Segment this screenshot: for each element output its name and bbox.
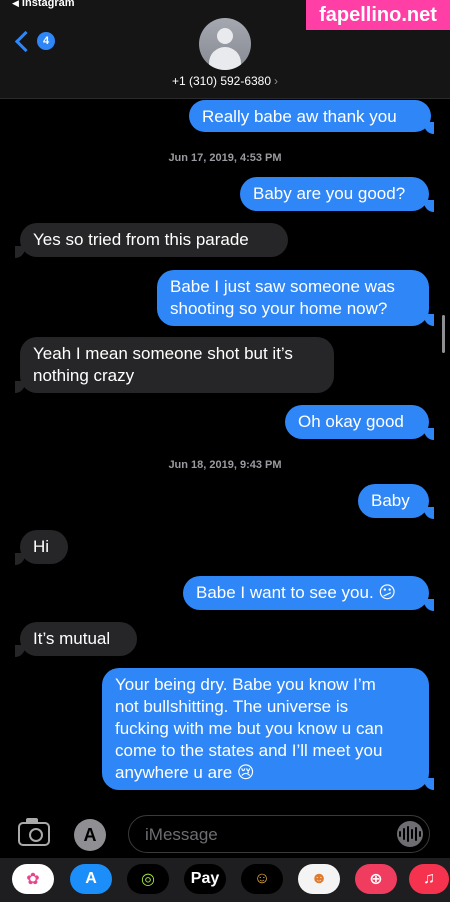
memoji-app-icon[interactable]: ☺ [241, 864, 283, 894]
photos-app-icon[interactable]: ✿ [12, 864, 54, 894]
back-app-label: Instagram [21, 0, 75, 9]
sent-message[interactable]: Baby [358, 484, 429, 518]
unread-badge: 4 [37, 32, 55, 50]
sent-message[interactable]: Your being dry. Babe you know I’m not bu… [102, 668, 429, 790]
message-placeholder: iMessage [145, 825, 218, 844]
sent-message[interactable]: Baby are you good? [240, 177, 429, 211]
animoji-app-icon[interactable]: ☻ [298, 864, 340, 894]
received-message[interactable]: It’s mutual [20, 622, 137, 656]
chevron-right-icon: › [274, 74, 279, 88]
message-input[interactable]: iMessage [128, 815, 430, 853]
sent-message[interactable]: Really babe aw thank you [189, 100, 431, 132]
dock-glyph: ☻ [310, 870, 328, 887]
app-drawer: ✿ A ◎ Pay ☺ ☻ ⊕ ♫ [0, 858, 450, 902]
sent-message[interactable]: Babe I want to see you. 😕 [183, 576, 429, 610]
chevron-left-icon [14, 30, 37, 52]
compose-bar: A iMessage [0, 806, 450, 858]
activity-app-icon[interactable]: ◎ [127, 864, 169, 894]
person-body-icon [209, 47, 241, 70]
app-store-icon[interactable]: A [74, 819, 106, 851]
audio-message-icon[interactable] [397, 821, 423, 847]
sent-message[interactable]: Oh okay good [285, 405, 429, 439]
camera-icon[interactable] [18, 818, 50, 846]
timestamp: Jun 18, 2019, 9:43 PM [168, 459, 282, 471]
apple-pay-app-icon[interactable]: Pay [184, 864, 226, 894]
scrollbar[interactable] [442, 315, 445, 353]
back-button[interactable]: 4 [14, 30, 55, 52]
bubble-tail [15, 246, 25, 258]
image-search-app-icon[interactable]: ⊕ [355, 864, 397, 894]
dock-glyph: ⊕ [369, 871, 383, 888]
music-app-icon[interactable]: ♫ [409, 864, 449, 894]
received-message[interactable]: Hi [20, 530, 68, 564]
back-triangle-icon: ◀ [12, 0, 19, 8]
dock-glyph: ✿ [26, 871, 40, 888]
bubble-tail [424, 778, 434, 790]
bubble-tail [424, 200, 434, 212]
watermark: fapellino.net [306, 0, 450, 30]
sent-message[interactable]: Babe I just saw someone was shooting so … [157, 270, 429, 326]
dock-glyph: ◎ [141, 871, 155, 888]
bubble-tail [424, 314, 434, 326]
contact-name[interactable]: +1 (310) 592-6380 › [0, 74, 450, 88]
dock-glyph: ♫ [423, 870, 435, 887]
contact-avatar[interactable] [199, 18, 251, 70]
contact-number: +1 (310) 592-6380 [171, 74, 272, 88]
received-message[interactable]: Yes so tried from this parade [20, 223, 288, 257]
dock-glyph: A [85, 870, 97, 887]
bubble-tail [424, 428, 434, 440]
back-to-app[interactable]: ◀ Instagram [12, 0, 75, 9]
dock-glyph: ☺ [253, 870, 271, 887]
bubble-tail [424, 122, 434, 134]
bubble-tail [424, 507, 434, 519]
dock-glyph: Pay [190, 870, 220, 887]
app-store-app-icon[interactable]: A [70, 864, 112, 894]
bubble-tail [15, 381, 25, 393]
bubble-tail [424, 599, 434, 611]
timestamp: Jun 17, 2019, 4:53 PM [168, 152, 282, 164]
person-head-icon [217, 28, 233, 44]
received-message[interactable]: Yeah I mean someone shot but it’s nothin… [20, 337, 334, 393]
bubble-tail [15, 645, 25, 657]
bubble-tail [15, 553, 25, 565]
